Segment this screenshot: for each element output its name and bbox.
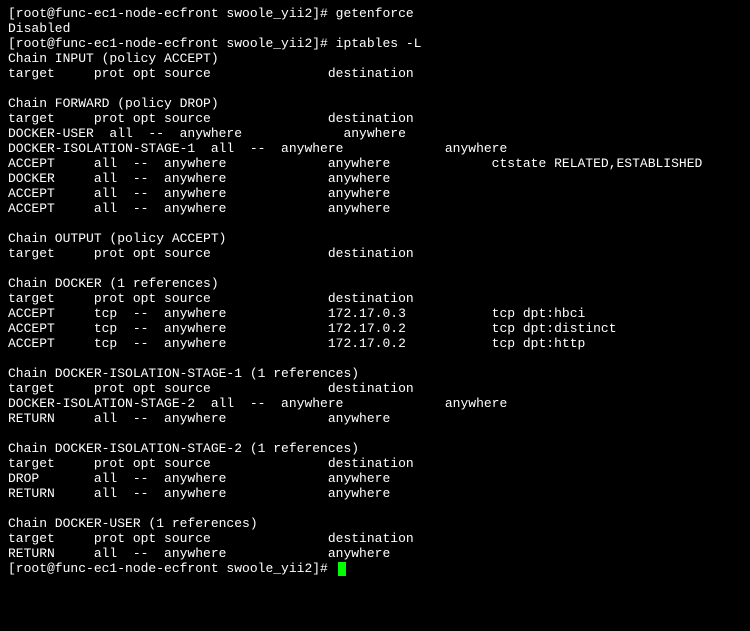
chain-iso1-header: Chain DOCKER-ISOLATION-STAGE-1 (1 refere… bbox=[8, 366, 359, 381]
chain-user-header: Chain DOCKER-USER (1 references) bbox=[8, 516, 258, 531]
prompt: [root@func-ec1-node-ecfront swoole_yii2]… bbox=[8, 561, 336, 576]
table-row: RETURN all -- anywhere anywhere bbox=[8, 411, 390, 426]
table-row: DOCKER-ISOLATION-STAGE-1 all -- anywhere… bbox=[8, 141, 507, 156]
column-header: target prot opt source destination bbox=[8, 111, 414, 126]
terminal-output[interactable]: [root@func-ec1-node-ecfront swoole_yii2]… bbox=[0, 0, 750, 582]
column-header: target prot opt source destination bbox=[8, 456, 414, 471]
prompt: [root@func-ec1-node-ecfront swoole_yii2]… bbox=[8, 36, 336, 51]
column-header: target prot opt source destination bbox=[8, 531, 414, 546]
chain-forward-header: Chain FORWARD (policy DROP) bbox=[8, 96, 219, 111]
table-row: ACCEPT all -- anywhere anywhere ctstate … bbox=[8, 156, 702, 171]
chain-iso2-header: Chain DOCKER-ISOLATION-STAGE-2 (1 refere… bbox=[8, 441, 359, 456]
chain-output-header: Chain OUTPUT (policy ACCEPT) bbox=[8, 231, 226, 246]
table-row: ACCEPT tcp -- anywhere 172.17.0.2 tcp dp… bbox=[8, 321, 617, 336]
table-row: ACCEPT tcp -- anywhere 172.17.0.2 tcp dp… bbox=[8, 336, 585, 351]
table-row: DOCKER all -- anywhere anywhere bbox=[8, 171, 390, 186]
table-row: ACCEPT tcp -- anywhere 172.17.0.3 tcp dp… bbox=[8, 306, 585, 321]
column-header: target prot opt source destination bbox=[8, 381, 414, 396]
table-row: ACCEPT all -- anywhere anywhere bbox=[8, 186, 390, 201]
chain-docker-header: Chain DOCKER (1 references) bbox=[8, 276, 219, 291]
command-iptables: iptables -L bbox=[336, 36, 422, 51]
column-header: target prot opt source destination bbox=[8, 66, 414, 81]
column-header: target prot opt source destination bbox=[8, 291, 414, 306]
table-row: DOCKER-ISOLATION-STAGE-2 all -- anywhere… bbox=[8, 396, 507, 411]
table-row: DOCKER-USER all -- anywhere anywhere bbox=[8, 126, 406, 141]
table-row: RETURN all -- anywhere anywhere bbox=[8, 486, 390, 501]
getenforce-result: Disabled bbox=[8, 21, 70, 36]
table-row: DROP all -- anywhere anywhere bbox=[8, 471, 390, 486]
table-row: RETURN all -- anywhere anywhere bbox=[8, 546, 390, 561]
table-row: ACCEPT all -- anywhere anywhere bbox=[8, 201, 390, 216]
chain-input-header: Chain INPUT (policy ACCEPT) bbox=[8, 51, 219, 66]
prompt: [root@func-ec1-node-ecfront swoole_yii2]… bbox=[8, 6, 336, 21]
column-header: target prot opt source destination bbox=[8, 246, 414, 261]
cursor-icon bbox=[338, 562, 346, 576]
command-getenforce: getenforce bbox=[336, 6, 414, 21]
